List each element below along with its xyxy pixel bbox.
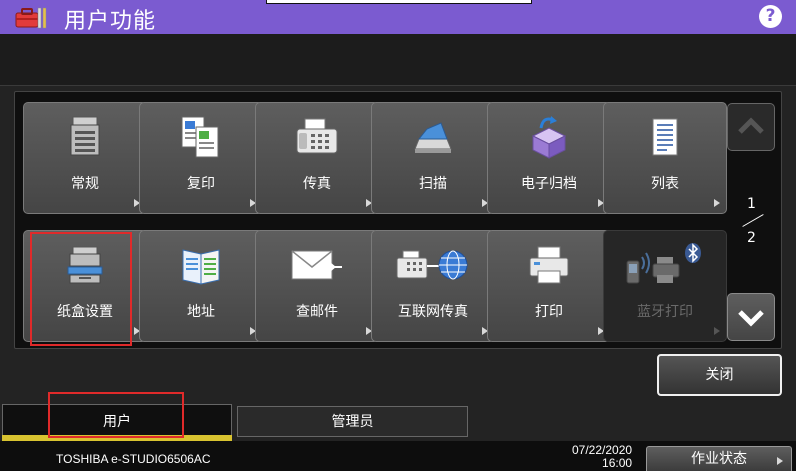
tile-label: 扫描 (419, 176, 447, 192)
total-pages: 2 (747, 230, 756, 246)
toolbox-icon (15, 7, 47, 29)
tile-label: 常规 (71, 176, 99, 192)
current-page: 1 (747, 196, 756, 212)
tab-admin[interactable]: 管理员 (237, 406, 468, 437)
time: 16:00 (602, 456, 633, 470)
tile-label: 打印 (535, 304, 563, 320)
tile-scan[interactable]: 扫描 (371, 102, 495, 214)
device-model: TOSHIBA e-STUDIO6506AC (56, 452, 211, 466)
scroll-down-button[interactable] (727, 293, 775, 341)
scanner-icon (414, 122, 452, 153)
tile-label: 复印 (187, 176, 215, 192)
chevron-right-icon (714, 327, 720, 335)
tile-fax[interactable]: 传真 (255, 102, 379, 214)
tile-list[interactable]: 列表 (603, 102, 727, 214)
date-time: 07/22/2020 16:00 (572, 444, 632, 470)
function-panel: 常规 复印 传真 扫描 电子归档 列表 纸盒设置 地址 查邮件 互联网传真 打印… (14, 91, 782, 349)
bluetooth-print-icon (626, 243, 701, 284)
fax-icon (296, 118, 338, 154)
page-separator (742, 214, 764, 227)
tile-label: 蓝牙打印 (637, 304, 693, 320)
tile-copy[interactable]: 复印 (139, 102, 263, 214)
list-icon (652, 118, 678, 156)
page-indicator: 1 2 (739, 196, 769, 250)
title-bar: 用户功能 ? (0, 0, 796, 34)
close-button[interactable]: 关闭 (657, 354, 782, 396)
tile-internet-fax[interactable]: 互联网传真 (371, 230, 495, 342)
tile-label: 纸盒设置 (57, 304, 113, 320)
address-book-icon (182, 249, 220, 285)
printer-icon (529, 246, 569, 284)
tab-user[interactable]: 用户 (2, 404, 232, 438)
e-filing-icon (531, 116, 567, 159)
tile-print[interactable]: 打印 (487, 230, 611, 342)
tile-general[interactable]: 常规 (23, 102, 147, 214)
page-title: 用户功能 (64, 9, 157, 34)
tile-address-book[interactable]: 地址 (139, 230, 263, 342)
internet-fax-icon (396, 250, 468, 280)
chevron-up-icon (738, 117, 764, 134)
job-status-button[interactable]: 作业状态 (646, 446, 792, 471)
message-bar (0, 34, 796, 86)
tile-label: 列表 (651, 176, 679, 192)
help-button[interactable]: ? (759, 5, 782, 28)
tile-paper-drawer-settings[interactable]: 纸盒设置 (23, 230, 147, 342)
chevron-right-icon (714, 199, 720, 207)
tile-label: 传真 (303, 176, 331, 192)
tile-bluetooth-print: 蓝牙打印 (603, 230, 727, 342)
tile-label: 电子归档 (521, 176, 577, 192)
tile-label: 互联网传真 (398, 304, 468, 320)
copy-icon (181, 116, 219, 158)
tile-e-filing[interactable]: 电子归档 (487, 102, 611, 214)
job-status-label: 作业状态 (691, 451, 747, 467)
chevron-right-icon (777, 457, 783, 465)
envelope-icon (291, 250, 342, 280)
copier-general-icon (70, 116, 100, 156)
tile-label: 地址 (187, 304, 215, 320)
tile-label: 查邮件 (296, 304, 338, 320)
paper-drawer-icon (67, 246, 103, 284)
scroll-up-button (727, 103, 775, 151)
top-notch (266, 0, 532, 4)
tile-check-mail[interactable]: 查邮件 (255, 230, 379, 342)
chevron-down-icon (738, 310, 764, 327)
